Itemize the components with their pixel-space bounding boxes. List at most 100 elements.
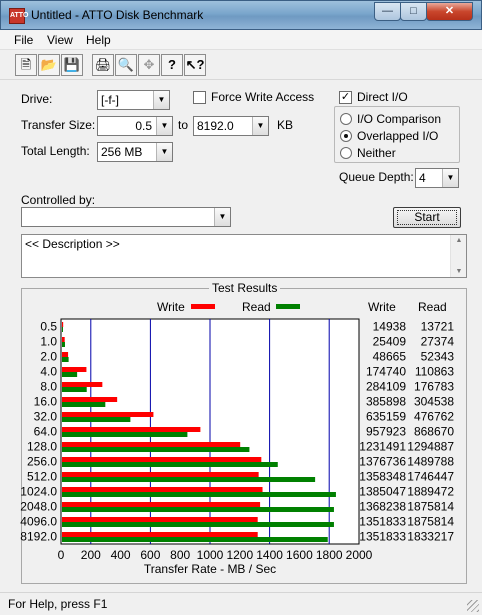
write-bar: [62, 457, 262, 462]
category-label: 8192.0: [20, 530, 57, 544]
neither-radio[interactable]: [340, 147, 352, 159]
io-comparison-label: I/O Comparison: [357, 112, 442, 126]
scroll-up-icon[interactable]: ▲: [451, 237, 467, 244]
category-label: 4096.0: [20, 515, 57, 529]
write-bar: [62, 412, 154, 417]
total-length-select[interactable]: 256 MB ▼: [97, 142, 173, 162]
description-scrollbar[interactable]: ▲ ▼: [450, 235, 466, 277]
force-write-checkbox[interactable]: [193, 91, 206, 104]
transfer-from-select[interactable]: 0.5 ▼: [97, 116, 173, 136]
direct-io-checkbox[interactable]: ✓: [339, 91, 352, 104]
write-bar: [62, 367, 87, 372]
chevron-down-icon: ▼: [214, 208, 230, 226]
write-value: 25409: [373, 335, 407, 349]
start-button[interactable]: Start: [393, 207, 461, 228]
transfer-from-value: 0.5: [135, 119, 152, 133]
status-bar: For Help, press F1: [0, 592, 482, 615]
read-bar: [62, 402, 106, 407]
write-value: 1351833: [359, 515, 406, 529]
read-bar: [62, 537, 328, 542]
queue-depth-value: 4: [419, 171, 426, 185]
category-label: 0.5: [40, 320, 57, 334]
total-length-label: Total Length:: [21, 144, 90, 158]
read-value: 304538: [414, 395, 454, 409]
main-panel: Drive: [-f-] ▼ Force Write Access ✓ Dire…: [7, 80, 475, 585]
print-preview-icon[interactable]: 🔍: [115, 54, 137, 76]
transfer-rate-chart: 0 200 400 600 800 1000 1200 1400 1600 1800 2000 Tra…: [20, 318, 455, 576]
close-button[interactable]: ✕: [426, 2, 473, 21]
menu-help[interactable]: Help: [86, 33, 111, 47]
write-value: 957923: [366, 425, 406, 439]
save-icon[interactable]: 💾: [61, 54, 83, 76]
new-icon[interactable]: 🗎: [15, 54, 37, 76]
io-comparison-radio[interactable]: [340, 113, 352, 125]
scroll-down-icon[interactable]: ▼: [451, 268, 467, 275]
read-bar: [62, 462, 278, 467]
write-value: 1351833: [359, 530, 406, 544]
neither-label: Neither: [357, 146, 396, 160]
write-bar: [62, 397, 118, 402]
transfer-to-select[interactable]: 8192.0 ▼: [193, 116, 269, 136]
maximize-button[interactable]: □: [400, 2, 427, 21]
read-value: 52343: [421, 350, 455, 364]
transfer-size-label: Transfer Size:: [21, 118, 96, 132]
x-tick-label: 2000: [346, 548, 373, 562]
read-bar: [62, 432, 188, 437]
category-label: 64.0: [34, 425, 58, 439]
write-value: 174740: [366, 365, 406, 379]
read-value: 176783: [414, 380, 454, 394]
x-tick-label: 1000: [197, 548, 224, 562]
write-bar: [62, 382, 103, 387]
category-label: 1.0: [40, 335, 57, 349]
write-bar: [62, 517, 258, 522]
chevron-down-icon: ▼: [156, 143, 172, 161]
category-label: 4.0: [40, 365, 57, 379]
window-title: Untitled - ATTO Disk Benchmark: [31, 8, 204, 22]
drive-select[interactable]: [-f-] ▼: [97, 90, 170, 110]
read-value: 1833217: [407, 530, 454, 544]
read-bar: [62, 342, 65, 347]
category-label: 512.0: [27, 470, 57, 484]
x-tick-label: 400: [111, 548, 131, 562]
open-icon[interactable]: 📂: [38, 54, 60, 76]
transfer-to-label: to: [178, 118, 189, 132]
x-axis-label: Transfer Rate - MB / Sec: [144, 562, 276, 576]
x-tick-label: 1400: [256, 548, 283, 562]
minimize-button[interactable]: —: [374, 2, 401, 21]
description-text: << Description >>: [25, 237, 120, 251]
move-icon[interactable]: ✥: [138, 54, 160, 76]
controlled-by-select[interactable]: ▼: [21, 207, 231, 227]
print-icon[interactable]: 🖨: [92, 54, 114, 76]
write-bar: [62, 427, 201, 432]
category-label: 1024.0: [20, 485, 57, 499]
x-tick-label: 1600: [286, 548, 313, 562]
description-box[interactable]: << Description >> ▲ ▼: [21, 234, 467, 278]
context-help-icon[interactable]: ↖?: [184, 54, 206, 76]
x-tick-label: 200: [81, 548, 101, 562]
write-bar: [62, 322, 64, 327]
read-value: 27374: [421, 335, 455, 349]
menu-file[interactable]: File: [14, 33, 33, 47]
overlapped-io-radio[interactable]: [340, 130, 352, 142]
x-tick-label: 1800: [316, 548, 343, 562]
read-value: 476762: [414, 410, 454, 424]
read-bar: [62, 447, 250, 452]
write-value: 635159: [366, 410, 406, 424]
resize-grip[interactable]: [467, 600, 479, 612]
queue-depth-select[interactable]: 4 ▼: [415, 168, 459, 188]
focus-rect: [397, 210, 457, 225]
menu-view[interactable]: View: [47, 33, 73, 47]
atto-app-icon: ATTO: [9, 8, 28, 24]
read-value: 868670: [414, 425, 454, 439]
write-value: 284109: [366, 380, 406, 394]
help-icon[interactable]: ?: [161, 54, 183, 76]
read-value: 1875814: [407, 515, 454, 529]
write-bar: [62, 352, 69, 357]
queue-depth-label: Queue Depth:: [339, 170, 414, 184]
category-label: 16.0: [34, 395, 58, 409]
category-label: 128.0: [27, 440, 57, 454]
direct-io-label: Direct I/O: [357, 90, 408, 104]
write-value: 1385047: [359, 485, 406, 499]
write-bar: [62, 502, 261, 507]
x-tick-label: 800: [170, 548, 190, 562]
